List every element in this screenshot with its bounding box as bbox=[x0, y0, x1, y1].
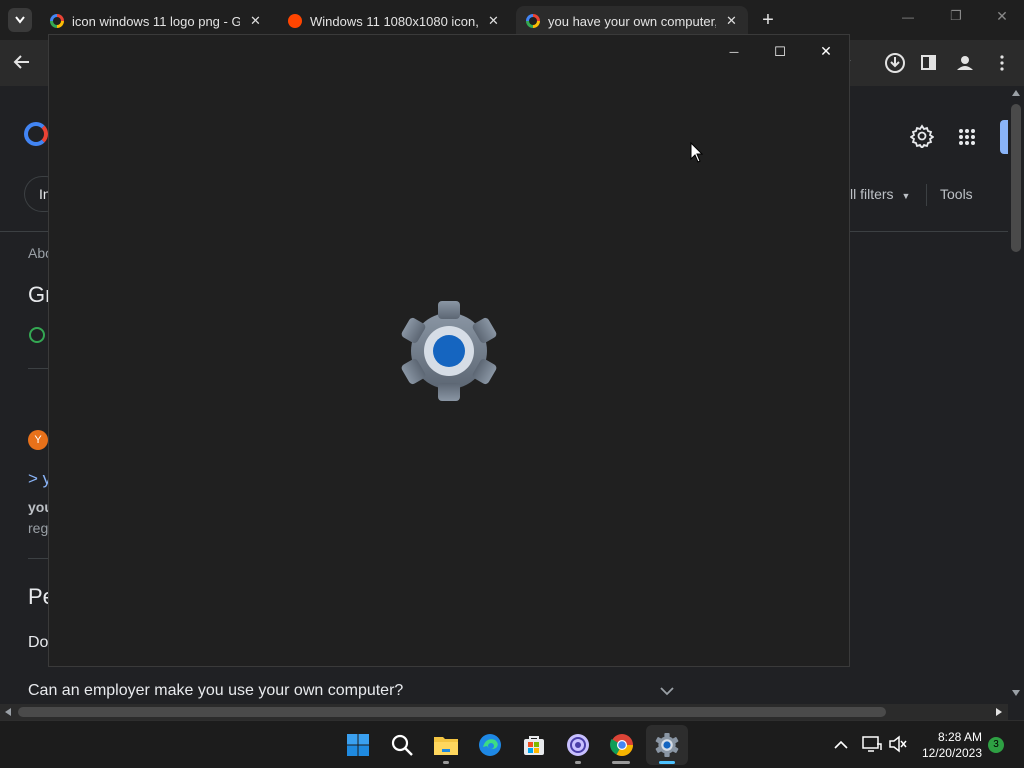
scroll-down-arrow-icon[interactable] bbox=[1012, 690, 1020, 696]
chrome-menu-button[interactable] bbox=[996, 54, 1008, 72]
paa-question-row[interactable]: Can an employer make you use your own co… bbox=[28, 682, 678, 702]
new-tab-button[interactable]: + bbox=[758, 8, 778, 32]
minimize-icon: — bbox=[729, 46, 739, 58]
profile-icon bbox=[957, 56, 973, 70]
close-button[interactable]: ✕ bbox=[803, 37, 849, 67]
vertical-scrollbar[interactable] bbox=[1008, 86, 1024, 720]
reddit-icon bbox=[288, 14, 302, 28]
tray-overflow-button[interactable] bbox=[834, 737, 852, 751]
settings-gear-button[interactable] bbox=[909, 124, 935, 150]
google-icon bbox=[50, 14, 64, 28]
maximize-button[interactable]: ☐ bbox=[757, 37, 803, 67]
store-icon bbox=[524, 736, 544, 755]
close-icon: ✕ bbox=[820, 44, 832, 60]
horizontal-scrollbar[interactable] bbox=[0, 704, 1008, 720]
more-vert-icon bbox=[1000, 55, 1004, 71]
volume-muted-icon bbox=[889, 735, 907, 753]
volume-button[interactable] bbox=[888, 735, 908, 753]
h-scroll-thumb[interactable] bbox=[18, 707, 886, 717]
tab-search-button[interactable] bbox=[8, 8, 32, 32]
mouse-cursor-icon bbox=[690, 142, 704, 163]
check-circle-icon bbox=[29, 327, 45, 343]
paa-question[interactable]: Do bbox=[28, 634, 48, 652]
paa-question-text: Can an employer make you use your own co… bbox=[28, 682, 404, 699]
download-button[interactable] bbox=[884, 52, 906, 74]
browser-restore-button[interactable]: ❐ bbox=[944, 8, 968, 28]
settings-icon bbox=[655, 733, 679, 757]
file-explorer-button[interactable] bbox=[430, 729, 462, 761]
tab-close-icon[interactable]: ✕ bbox=[488, 14, 499, 29]
google-icon bbox=[526, 14, 540, 28]
scroll-left-arrow-icon[interactable] bbox=[5, 708, 11, 716]
tab-title: icon windows 11 logo png - Go bbox=[72, 13, 240, 29]
scroll-right-arrow-icon[interactable] bbox=[996, 708, 1002, 716]
minimize-button[interactable]: — bbox=[711, 37, 757, 67]
start-button[interactable] bbox=[342, 729, 374, 761]
tab-title: Windows 11 1080x1080 icon, fo bbox=[310, 13, 478, 29]
back-arrow-icon bbox=[13, 55, 29, 69]
gear-icon bbox=[909, 124, 935, 150]
side-panel-icon bbox=[921, 55, 936, 70]
source-avatar: Y bbox=[28, 430, 48, 450]
download-icon bbox=[885, 53, 905, 73]
tab-close-icon[interactable]: ✕ bbox=[250, 14, 261, 29]
chevron-up-icon bbox=[834, 740, 848, 749]
settings-app-window: — ☐ ✕ bbox=[48, 34, 850, 667]
section-divider bbox=[28, 558, 48, 559]
taskbar-clock[interactable]: 8:28 AM 12/20/2023 bbox=[922, 729, 982, 761]
clock-time: 8:28 AM bbox=[937, 730, 982, 744]
chrome-icon bbox=[610, 734, 633, 756]
profile-button[interactable] bbox=[954, 52, 976, 74]
file-explorer-icon bbox=[434, 737, 458, 755]
notification-badge[interactable]: 3 bbox=[988, 737, 1004, 753]
tab-icon-windows-logo[interactable]: icon windows 11 logo png - Go ✕ bbox=[40, 8, 272, 34]
active-indicator bbox=[659, 761, 675, 764]
browser-minimize-button[interactable]: — bbox=[896, 10, 920, 30]
running-indicator bbox=[575, 761, 581, 764]
dropdown-triangle-icon: ▼ bbox=[901, 191, 911, 201]
filter-divider bbox=[926, 184, 927, 206]
bittorrent-icon bbox=[567, 734, 589, 756]
section-divider bbox=[28, 368, 48, 369]
back-button[interactable] bbox=[12, 52, 34, 74]
running-indicator bbox=[612, 761, 630, 764]
maximize-icon: ☐ bbox=[774, 44, 786, 60]
start-icon bbox=[347, 734, 369, 756]
apps-grid-button[interactable] bbox=[958, 128, 976, 146]
sign-in-edge[interactable] bbox=[1000, 120, 1008, 154]
bittorrent-button[interactable] bbox=[562, 729, 594, 761]
tab-own-computer[interactable]: you have your own computer, d ✕ bbox=[516, 6, 748, 36]
network-button[interactable] bbox=[862, 735, 882, 753]
apps-grid-icon bbox=[959, 129, 975, 145]
google-logo bbox=[24, 122, 48, 146]
expand-chevron-icon bbox=[660, 687, 674, 696]
chevron-down-icon bbox=[15, 16, 25, 24]
store-button[interactable] bbox=[518, 729, 550, 761]
scroll-up-arrow-icon[interactable] bbox=[1012, 90, 1020, 96]
settings-gear-icon bbox=[401, 301, 497, 401]
all-filters-button[interactable]: ll filters ▼ bbox=[850, 186, 910, 202]
browser-close-button[interactable]: ✕ bbox=[990, 8, 1014, 28]
tab-title: you have your own computer, d bbox=[548, 13, 716, 29]
tools-button[interactable]: Tools bbox=[940, 186, 973, 202]
all-filters-label: ll filters bbox=[850, 186, 894, 202]
network-icon bbox=[862, 736, 882, 752]
running-indicator bbox=[443, 761, 449, 764]
settings-taskbar-button[interactable] bbox=[651, 729, 683, 761]
search-icon bbox=[391, 734, 413, 756]
taskbar-search-button[interactable] bbox=[386, 729, 418, 761]
windows-taskbar: 8:28 AM 12/20/2023 3 bbox=[0, 720, 1024, 768]
scroll-thumb[interactable] bbox=[1011, 104, 1021, 252]
snippet-text: reg bbox=[28, 520, 49, 536]
edge-button[interactable] bbox=[474, 729, 506, 761]
side-panel-button[interactable] bbox=[920, 54, 938, 72]
edge-icon bbox=[479, 734, 501, 756]
clock-date: 12/20/2023 bbox=[921, 746, 982, 760]
chrome-button[interactable] bbox=[606, 729, 638, 761]
tab-close-icon[interactable]: ✕ bbox=[726, 14, 737, 29]
tab-windows-1080-icon[interactable]: Windows 11 1080x1080 icon, fo ✕ bbox=[278, 8, 512, 34]
